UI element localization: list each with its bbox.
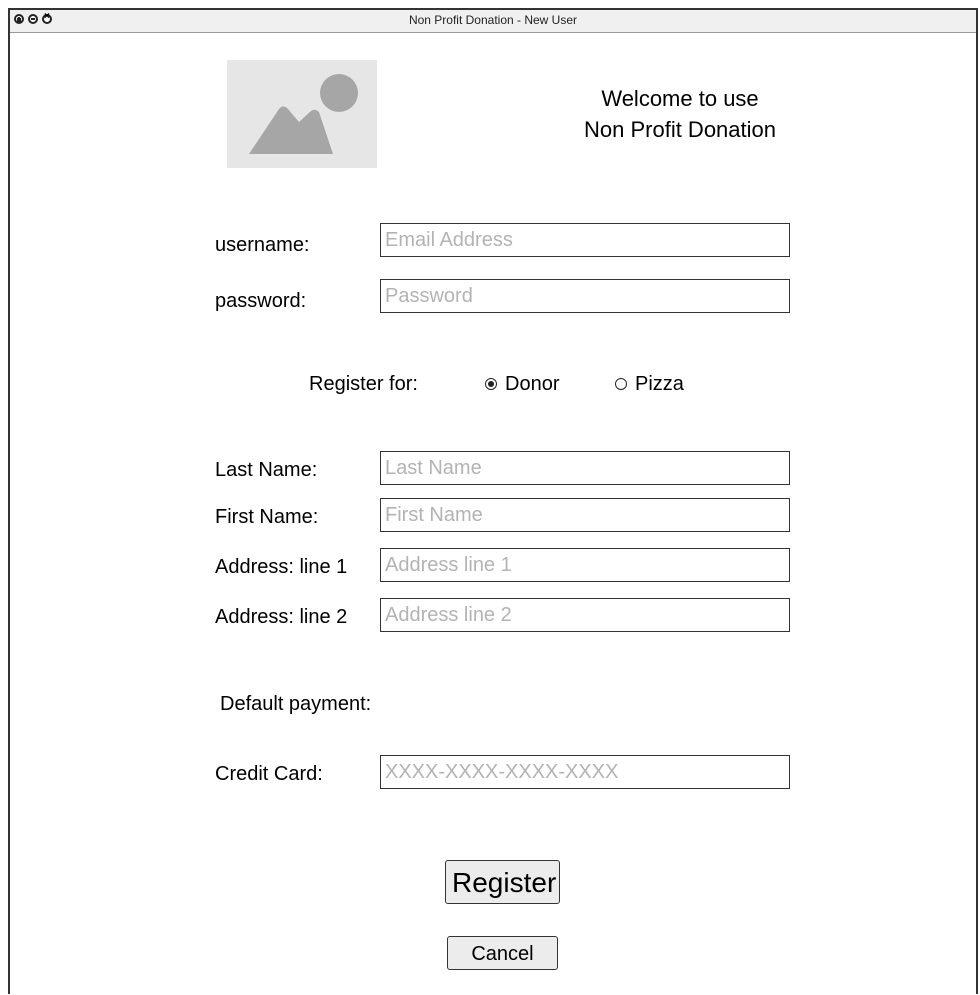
- address-line-1-label: Address: line 1: [215, 556, 348, 578]
- last-name-label: Last Name:: [215, 459, 318, 481]
- radio-donor-label: Donor: [505, 373, 560, 395]
- welcome-line-1: Welcome to use: [601, 86, 759, 111]
- address-line-2-label: Address: line 2: [215, 606, 348, 628]
- cancel-button[interactable]: Cancel: [447, 936, 558, 970]
- radio-pizza[interactable]: Pizza: [615, 372, 684, 396]
- radio-unselected-icon[interactable]: [615, 378, 627, 390]
- password-field[interactable]: [380, 279, 790, 313]
- username-label: username:: [215, 234, 310, 256]
- title-bar: Non Profit Donation - New User: [10, 10, 976, 33]
- radio-selected-icon[interactable]: [485, 378, 497, 390]
- password-label: password:: [215, 290, 307, 312]
- first-name-label: First Name:: [215, 506, 319, 528]
- app-window: Non Profit Donation - New User Welcome t…: [8, 8, 978, 994]
- first-name-field[interactable]: [380, 498, 790, 532]
- register-for-label: Register for:: [309, 373, 418, 395]
- credit-card-input[interactable]: [381, 756, 789, 788]
- register-button[interactable]: Register: [445, 860, 560, 904]
- logo-image-placeholder-icon: [227, 60, 377, 168]
- credit-card-label: Credit Card:: [215, 763, 323, 785]
- address-line-1-field[interactable]: [380, 548, 790, 582]
- address-line-1-input[interactable]: [381, 549, 789, 581]
- address-line-2-input[interactable]: [381, 599, 789, 631]
- welcome-message: Welcome to use Non Profit Donation: [530, 83, 830, 145]
- username-field[interactable]: [380, 223, 790, 257]
- address-line-2-field[interactable]: [380, 598, 790, 632]
- password-input[interactable]: [381, 280, 789, 312]
- credit-card-field[interactable]: [380, 755, 790, 789]
- register-for-group: Register for: Donor Pizza: [10, 370, 976, 396]
- username-input[interactable]: [381, 224, 789, 256]
- radio-pizza-label: Pizza: [635, 373, 684, 395]
- radio-donor[interactable]: Donor: [485, 372, 559, 396]
- welcome-line-2: Non Profit Donation: [584, 117, 776, 142]
- first-name-input[interactable]: [381, 499, 789, 531]
- last-name-field[interactable]: [380, 451, 790, 485]
- window-title: Non Profit Donation - New User: [408, 13, 578, 27]
- last-name-input[interactable]: [381, 452, 789, 484]
- default-payment-heading: Default payment:: [220, 693, 372, 715]
